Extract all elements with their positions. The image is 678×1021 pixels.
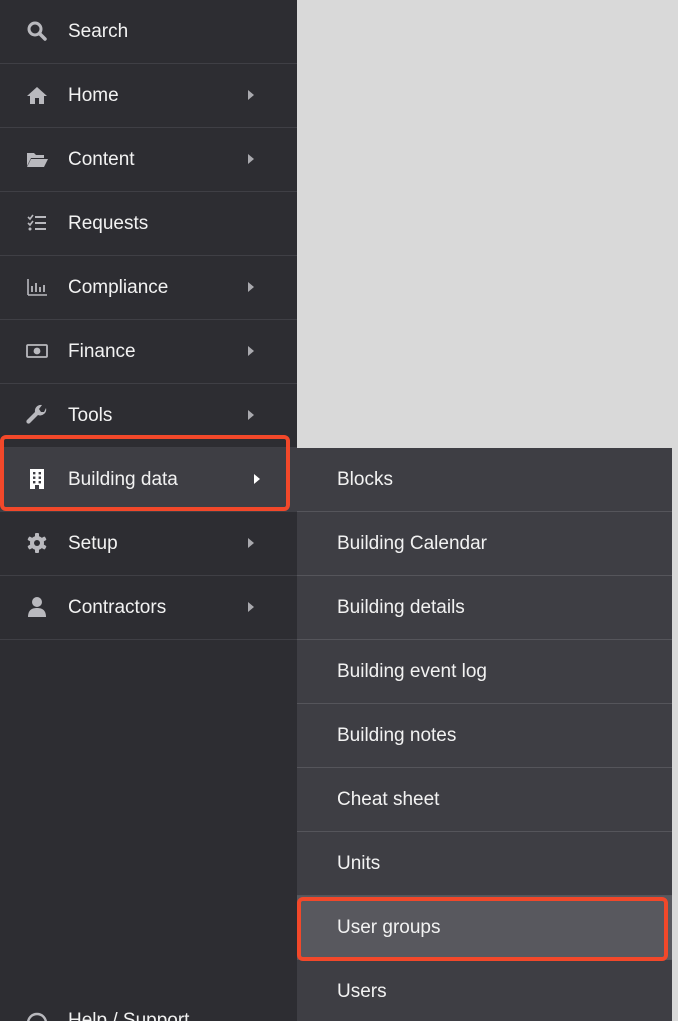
- sidebar-item-contractors[interactable]: Contractors: [0, 576, 297, 640]
- submenu-item-label: Building notes: [337, 725, 457, 746]
- sidebar-item-compliance[interactable]: Compliance: [0, 256, 297, 320]
- sidebar-item-content[interactable]: Content: [0, 128, 297, 192]
- submenu-item-label: User groups: [337, 917, 441, 938]
- sidebar-item-help[interactable]: Help / Support: [0, 1004, 297, 1021]
- chevron-right-icon: [248, 410, 254, 420]
- home-icon: [26, 84, 48, 106]
- bar-chart-icon: [26, 276, 48, 298]
- sidebar: Search Home Content Requests Compliance …: [0, 0, 297, 1021]
- submenu-item-label: Users: [337, 981, 387, 1002]
- submenu-item-label: Blocks: [337, 469, 393, 490]
- chevron-right-icon: [248, 602, 254, 612]
- sidebar-item-label: Setup: [68, 533, 118, 554]
- chevron-right-icon: [248, 346, 254, 356]
- sidebar-item-label: Tools: [68, 405, 113, 426]
- search-icon: [26, 20, 48, 42]
- submenu-item-building-notes[interactable]: Building notes: [297, 704, 672, 768]
- sidebar-item-tools[interactable]: Tools: [0, 384, 297, 448]
- sidebar-item-label: Finance: [68, 341, 136, 362]
- user-icon: [26, 596, 48, 618]
- sidebar-item-label: Requests: [68, 213, 149, 234]
- chevron-right-icon: [248, 538, 254, 548]
- sidebar-item-label: Building data: [68, 469, 178, 490]
- banknote-icon: [26, 340, 48, 362]
- submenu-item-blocks[interactable]: Blocks: [297, 448, 672, 512]
- sidebar-item-label: Home: [68, 85, 119, 106]
- chevron-right-icon: [248, 154, 254, 164]
- checklist-icon: [26, 212, 48, 234]
- sidebar-item-building-data[interactable]: Building data: [0, 448, 297, 512]
- chevron-right-icon: [254, 474, 260, 484]
- submenu-item-user-groups[interactable]: User groups: [297, 896, 672, 960]
- sidebar-item-search[interactable]: Search: [0, 0, 297, 64]
- chevron-right-icon: [248, 282, 254, 292]
- sidebar-item-label: Help / Support: [68, 1010, 190, 1021]
- wrench-icon: [26, 404, 48, 426]
- sidebar-item-label: Content: [68, 149, 135, 170]
- submenu-item-label: Building Calendar: [337, 533, 487, 554]
- submenu-item-label: Building details: [337, 597, 465, 618]
- submenu-item-users[interactable]: Users: [297, 960, 672, 1021]
- sidebar-item-home[interactable]: Home: [0, 64, 297, 128]
- sidebar-item-label: Contractors: [68, 597, 167, 618]
- sidebar-item-setup[interactable]: Setup: [0, 512, 297, 576]
- sidebar-item-label: Search: [68, 21, 129, 42]
- submenu-item-label: Units: [337, 853, 381, 874]
- sidebar-item-requests[interactable]: Requests: [0, 192, 297, 256]
- sidebar-item-finance[interactable]: Finance: [0, 320, 297, 384]
- submenu-item-label: Building event log: [337, 661, 487, 682]
- submenu-item-label: Cheat sheet: [337, 789, 440, 810]
- sidebar-item-label: Compliance: [68, 277, 169, 298]
- submenu-item-building-calendar[interactable]: Building Calendar: [297, 512, 672, 576]
- gear-icon: [26, 532, 48, 554]
- building-data-submenu: Blocks Building Calendar Building detail…: [297, 448, 672, 1021]
- chevron-right-icon: [248, 90, 254, 100]
- building-icon: [26, 468, 48, 490]
- folder-open-icon: [26, 148, 48, 170]
- submenu-item-cheat-sheet[interactable]: Cheat sheet: [297, 768, 672, 832]
- help-icon: [26, 1012, 48, 1021]
- submenu-item-building-details[interactable]: Building details: [297, 576, 672, 640]
- submenu-item-units[interactable]: Units: [297, 832, 672, 896]
- submenu-item-building-event-log[interactable]: Building event log: [297, 640, 672, 704]
